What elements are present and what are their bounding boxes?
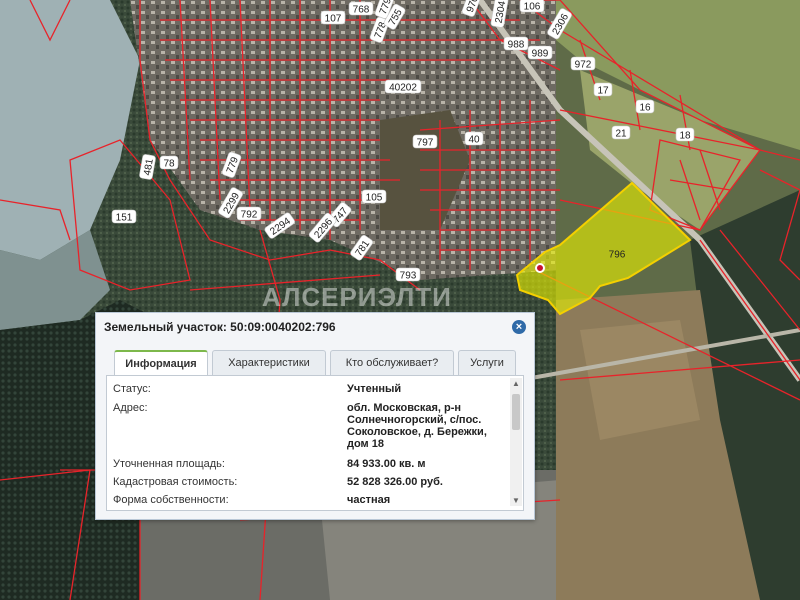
tab-information[interactable]: Информация: [114, 350, 208, 377]
parcel-label-p107: 107: [320, 10, 346, 25]
address-label: Адрес:: [113, 402, 148, 414]
scroll-up-icon[interactable]: ▲: [511, 379, 521, 388]
parcel-label-p768: 768: [348, 1, 374, 16]
parcel-number-text: 792: [241, 210, 258, 221]
info-scrollbar[interactable]: ▲ ▼: [510, 378, 522, 506]
tab-services[interactable]: Услуги: [458, 350, 516, 375]
status-value: Учтенный: [347, 383, 402, 395]
parcel-number-text: 18: [679, 131, 691, 142]
parcel-label-p106: 106: [519, 0, 545, 13]
parcel-number-text: 989: [532, 49, 549, 60]
parcel-label-p151: 151: [111, 209, 137, 224]
scroll-down-icon[interactable]: ▼: [511, 496, 521, 505]
area-label: Уточненная площадь:: [113, 458, 225, 470]
parcel-number-text: 107: [325, 14, 342, 25]
address-value: обл. Московская, р-н Солнечногорский, с/…: [347, 402, 487, 450]
parcel-label-p21: 21: [611, 125, 631, 140]
parcel-info-popup: Земельный участок: 50:09:0040202:796 × И…: [95, 312, 535, 520]
parcel-label-p793: 793: [395, 267, 421, 282]
area-value: 84 933.00 кв. м: [347, 458, 426, 470]
parcel-label-p792: 792: [236, 206, 262, 221]
parcel-label-p797: 797: [412, 134, 438, 149]
parcel-number-text: 105: [366, 193, 383, 204]
parcel-number-text: 40202: [389, 83, 417, 94]
parcel-label-p78: 78: [159, 155, 179, 170]
parcel-number-text: 78: [163, 159, 175, 170]
close-icon[interactable]: ×: [512, 320, 526, 334]
parcel-number-text: 40: [468, 135, 480, 146]
parcel-number-text: 106: [524, 2, 541, 13]
parcel-label-p18: 18: [675, 127, 695, 142]
parcel-number-text: 17: [597, 86, 609, 97]
cadastral-value-label: Кадастровая стоимость:: [113, 476, 238, 488]
parcel-label-p16: 16: [635, 99, 655, 114]
ownership-value: частная: [347, 494, 391, 506]
parcel-number-text: 151: [116, 213, 133, 224]
parcel-number-text: 16: [639, 103, 651, 114]
parcel-number-text: 797: [417, 138, 434, 149]
parcel-number-text: 796: [609, 250, 626, 261]
cadastral-value: 52 828 326.00 руб.: [347, 476, 443, 488]
tab-who-serves[interactable]: Кто обслуживает?: [330, 350, 454, 375]
parcel-label-p988: 988: [503, 36, 529, 51]
parcel-number-text: 793: [400, 271, 417, 282]
scroll-thumb[interactable]: [512, 394, 520, 430]
status-label: Статус:: [113, 383, 151, 395]
parcel-label-p17: 17: [593, 82, 613, 97]
info-panel[interactable]: Статус: Учтенный Адрес: обл. Московская,…: [106, 375, 524, 511]
ownership-label: Форма собственности:: [113, 494, 229, 506]
parcel-number-text: 21: [615, 129, 627, 140]
parcel-number-text: 988: [508, 40, 525, 51]
parcel-label-p989: 989: [527, 45, 553, 60]
parcel-number-text: 768: [353, 5, 370, 16]
parcel-label-p40: 40: [464, 131, 484, 146]
parcel-label-p796: 796: [609, 250, 626, 261]
parcel-label-p105: 105: [361, 189, 387, 204]
parcel-number-text: 972: [575, 60, 592, 71]
tab-characteristics[interactable]: Характеристики: [212, 350, 326, 375]
parcel-label-p972: 972: [570, 56, 596, 71]
popup-title: Земельный участок: 50:09:0040202:796: [104, 320, 336, 334]
watermark-text: АЛСЕРИЭЛТИ: [262, 282, 452, 312]
parcel-label-p40202: 40202: [384, 79, 422, 94]
parcel-location-marker[interactable]: [535, 263, 545, 273]
